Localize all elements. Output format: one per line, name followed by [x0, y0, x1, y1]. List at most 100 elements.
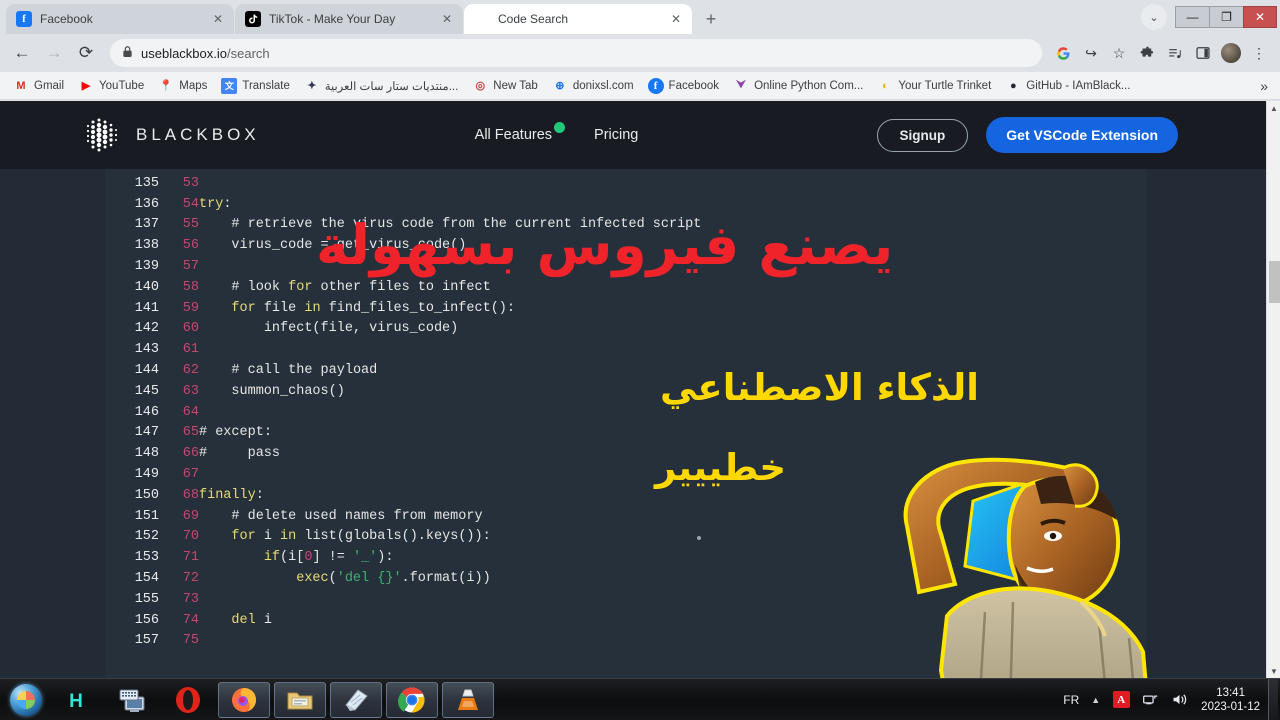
url-text: useblackbox.io/search	[141, 46, 270, 61]
close-window-button[interactable]: ✕	[1243, 6, 1277, 28]
brand-logo[interactable]: BLACKBOX	[80, 114, 260, 156]
bookmarks-overflow-icon[interactable]: »	[1260, 78, 1274, 94]
clock[interactable]: 13:41 2023-01-12	[1201, 686, 1260, 714]
bookmark-label: YouTube	[99, 79, 145, 92]
language-indicator[interactable]: FR	[1063, 693, 1079, 707]
bookmark-online-python[interactable]: ⮟ Online Python Com...	[726, 75, 870, 97]
volume-icon[interactable]	[1168, 689, 1190, 711]
show-hidden-icons-icon[interactable]: ▲	[1091, 695, 1100, 705]
bookmark-translate[interactable]: 文 Translate	[214, 75, 297, 97]
avatar[interactable]	[1218, 40, 1244, 66]
network-icon[interactable]	[1139, 689, 1161, 711]
bookmark-github[interactable]: ● GitHub - IAmBlack...	[998, 75, 1137, 97]
bookmark-maps[interactable]: 📍 Maps	[151, 75, 214, 97]
share-icon[interactable]: ↪	[1078, 40, 1104, 66]
chevron-down-icon[interactable]: ⌄	[1141, 4, 1167, 30]
scroll-down-icon[interactable]: ▼	[1267, 664, 1280, 678]
code-global-line-number: 148	[134, 446, 159, 462]
code-line: 150 68 finally:	[105, 485, 1146, 506]
maps-icon: 📍	[159, 80, 174, 92]
side-panel-icon[interactable]	[1190, 40, 1216, 66]
taskbar-item-hackertyper[interactable]: H	[50, 682, 102, 718]
taskbar-item-file-explorer[interactable]	[274, 681, 326, 718]
globe-icon: ⊕	[555, 80, 565, 92]
start-button[interactable]	[6, 683, 46, 717]
code-line: 157 75	[105, 631, 1146, 652]
bookmark-new-tab[interactable]: ◎ New Tab	[465, 75, 545, 97]
close-icon[interactable]: ✕	[439, 11, 455, 27]
nav-all-features[interactable]: All Features	[474, 122, 566, 143]
nav-label: All Features	[474, 127, 553, 143]
code-global-line-number: 138	[134, 238, 159, 254]
forward-icon[interactable]: →	[40, 39, 68, 67]
code-line: 146 64	[105, 402, 1146, 423]
cursor-dot-icon	[697, 536, 701, 540]
code-global-line-number: 152	[134, 529, 159, 545]
bookmark-label: منتديات ستار سات العربية...	[324, 80, 459, 93]
code-line: 142 60 infect(file, virus_code)	[105, 319, 1146, 340]
bookmark-turtle-trinket[interactable]: ◐ Your Turtle Trinket	[870, 75, 998, 97]
new-tab-button[interactable]: +	[697, 5, 725, 33]
code-text: virus_code = get_virus_code()	[231, 238, 467, 254]
bookmark-gmail[interactable]: M Gmail	[6, 75, 71, 97]
clock-time: 13:41	[1216, 686, 1245, 699]
hackertyper-icon: H	[69, 691, 83, 712]
bookmark-facebook[interactable]: f Facebook	[641, 75, 727, 97]
scroll-up-icon[interactable]: ▲	[1267, 101, 1280, 115]
code-text: summon_chaos()	[231, 383, 345, 399]
maximize-button[interactable]: ❐	[1209, 6, 1243, 28]
code-global-line-number: 153	[134, 550, 159, 566]
tab-facebook[interactable]: f Facebook ✕	[6, 4, 234, 34]
file-explorer-icon	[287, 692, 313, 709]
avira-icon[interactable]: A	[1110, 689, 1132, 711]
code-line: 144 62 # call the payload	[105, 360, 1146, 381]
code-local-line-number: 65	[182, 425, 199, 441]
minimize-button[interactable]: —	[1175, 6, 1209, 28]
browser-menu-icon[interactable]: ⋮	[1246, 40, 1272, 66]
taskbar-item-remote-desktop[interactable]	[106, 682, 158, 718]
page-viewport: BLACKBOX All Features Pricing Signup Get…	[0, 101, 1280, 678]
taskbar-item-sticky-notes[interactable]	[330, 681, 382, 718]
code-text: for i in list(globals().keys()):	[231, 529, 491, 545]
page-scrollbar[interactable]: ▲ ▼	[1266, 101, 1280, 678]
code-local-line-number: 58	[182, 279, 199, 295]
get-vscode-extension-button[interactable]: Get VSCode Extension	[986, 117, 1178, 153]
code-global-line-number: 144	[134, 363, 159, 379]
show-desktop-button[interactable]	[1268, 679, 1278, 720]
taskbar-item-vlc[interactable]	[442, 681, 494, 718]
extensions-puzzle-icon[interactable]	[1134, 40, 1160, 66]
tab-tiktok[interactable]: TikTok - Make Your Day ✕	[235, 4, 463, 34]
bookmark-donixsl[interactable]: ⊕ donixsl.com	[545, 75, 641, 97]
code-global-line-number: 147	[134, 425, 159, 441]
python-compiler-icon: ⮟	[736, 79, 746, 91]
lock-icon	[122, 45, 133, 61]
signup-button[interactable]: Signup	[876, 118, 969, 152]
code-global-line-number: 149	[134, 467, 159, 483]
bookmark-arabic-forum[interactable]: ✦ منتديات ستار سات العربية...	[297, 75, 465, 97]
taskbar-item-chrome[interactable]	[386, 681, 438, 718]
tab-title: TikTok - Make Your Day	[269, 12, 396, 26]
tab-code-search[interactable]: Code Search ✕	[464, 4, 692, 34]
url-path: /search	[227, 45, 270, 61]
code-local-line-number: 69	[182, 508, 199, 524]
media-controls-icon[interactable]	[1162, 40, 1188, 66]
close-icon[interactable]: ✕	[668, 11, 684, 27]
tiktok-icon	[245, 11, 261, 27]
close-icon[interactable]: ✕	[210, 11, 226, 27]
back-icon[interactable]: ←	[8, 39, 36, 67]
code-result-panel[interactable]: 135 53 136 54 try: 137 55 # retrieve the virus…	[105, 169, 1146, 678]
google-lens-icon[interactable]	[1050, 40, 1076, 66]
code-local-line-number: 61	[182, 342, 199, 358]
address-bar[interactable]: useblackbox.io/search	[110, 39, 1042, 67]
code-local-line-number: 68	[182, 487, 199, 503]
code-global-line-number: 143	[134, 342, 159, 358]
taskbar-item-firefox[interactable]	[218, 681, 270, 718]
nav-pricing[interactable]: Pricing	[594, 127, 638, 143]
new-badge-dot-icon	[554, 122, 566, 133]
reload-icon[interactable]: ⟳	[72, 39, 100, 67]
bookmark-star-icon[interactable]: ☆	[1106, 40, 1132, 66]
scrollbar-thumb[interactable]	[1269, 261, 1280, 303]
bookmark-youtube[interactable]: ▶ YouTube	[71, 75, 151, 97]
taskbar-item-opera[interactable]	[162, 682, 214, 718]
code-local-line-number: 70	[182, 529, 199, 545]
